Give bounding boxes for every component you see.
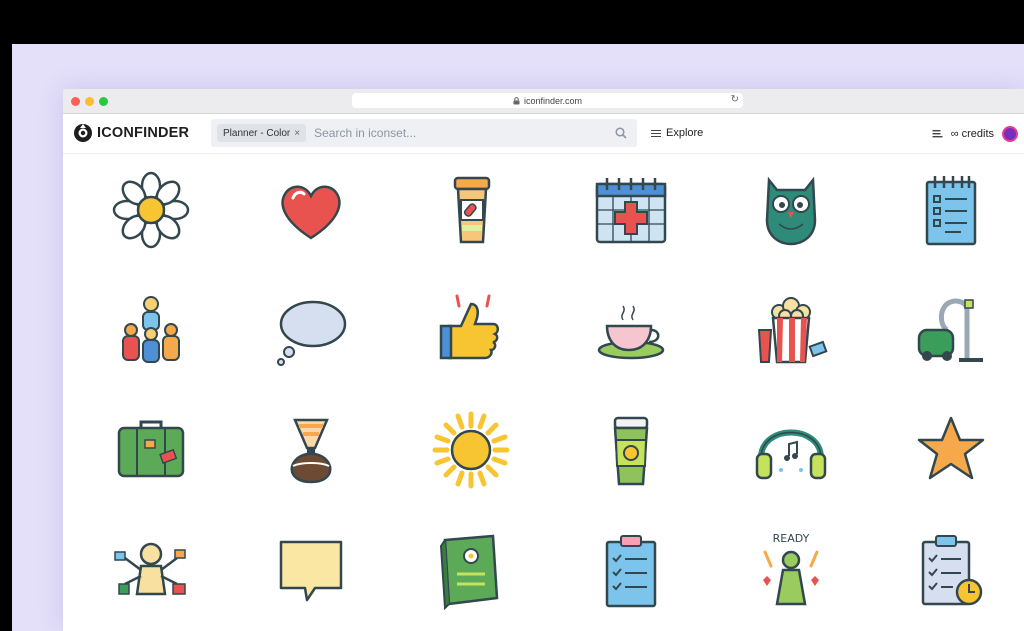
icon-tile[interactable] xyxy=(891,525,1011,615)
credits-label[interactable]: ∞ credits xyxy=(951,128,994,140)
notepad-checklist-icon xyxy=(925,176,977,246)
lock-icon xyxy=(513,96,520,104)
icon-tile[interactable] xyxy=(251,165,371,255)
app-header: ICONFINDER Planner - Color × Explore ∞ c… xyxy=(63,114,1024,154)
search-icon[interactable] xyxy=(615,127,627,139)
search-input[interactable] xyxy=(314,126,605,140)
heart-icon xyxy=(281,185,341,240)
logo-text: ICONFINDER xyxy=(97,125,190,141)
coffee-cup-icon xyxy=(613,416,649,486)
icon-tile[interactable] xyxy=(731,405,851,495)
iconfinder-logo[interactable]: ICONFINDER xyxy=(73,123,189,143)
explore-label: Explore xyxy=(666,127,704,139)
group-people-icon xyxy=(122,296,180,363)
icon-tile[interactable] xyxy=(891,285,1011,375)
svg-text:READY: READY xyxy=(773,532,810,545)
owl-icon xyxy=(765,176,817,246)
coffee-maker-icon xyxy=(290,418,332,484)
icon-tile[interactable] xyxy=(91,405,211,495)
icon-tile[interactable]: READY xyxy=(731,525,851,615)
icon-tile[interactable] xyxy=(891,405,1011,495)
ready-person-icon: READY xyxy=(763,532,819,606)
icon-tile[interactable] xyxy=(571,525,691,615)
clipboard-checklist-icon xyxy=(605,535,657,608)
icon-tile[interactable] xyxy=(251,405,371,495)
icon-tile[interactable] xyxy=(91,525,211,615)
chip-close-icon[interactable]: × xyxy=(294,128,300,139)
icon-tile[interactable] xyxy=(91,285,211,375)
logo-icon xyxy=(74,124,92,142)
chip-label: Planner - Color xyxy=(223,127,291,139)
icon-tile[interactable] xyxy=(251,525,371,615)
icon-tile[interactable] xyxy=(571,165,691,255)
reload-icon[interactable]: ↻ xyxy=(731,94,739,105)
explore-menu[interactable]: Explore xyxy=(651,127,703,139)
icon-tile[interactable] xyxy=(891,165,1011,255)
header-right: ∞ credits xyxy=(932,126,1018,142)
icon-tile[interactable] xyxy=(411,405,531,495)
medical-calendar-icon xyxy=(595,178,667,244)
icon-tile[interactable] xyxy=(571,285,691,375)
star-icon xyxy=(917,416,985,480)
flower-icon xyxy=(112,171,190,249)
zoom-window-button[interactable] xyxy=(99,97,108,106)
collection-icon[interactable] xyxy=(932,129,943,139)
iconset-filter-chip[interactable]: Planner - Color × xyxy=(217,124,307,142)
browser-titlebar: iconfinder.com ↻ xyxy=(63,89,1024,114)
close-window-button[interactable] xyxy=(71,97,80,106)
vacuum-cleaner-icon xyxy=(917,298,983,362)
icon-tile[interactable] xyxy=(411,285,531,375)
note-bubble-icon xyxy=(279,540,343,602)
thumbs-up-icon xyxy=(439,294,499,360)
multitasking-person-icon xyxy=(114,542,186,596)
speech-bubble-icon xyxy=(277,300,347,366)
minimize-window-button[interactable] xyxy=(85,97,94,106)
browser-window: iconfinder.com ↻ ICONFINDER Planner - Co… xyxy=(63,89,1024,631)
pill-bottle-icon xyxy=(453,176,491,244)
url-text: iconfinder.com xyxy=(523,95,583,106)
icon-tile[interactable] xyxy=(251,285,371,375)
sun-icon xyxy=(432,411,510,489)
icon-tile[interactable] xyxy=(411,525,531,615)
clipboard-clock-icon xyxy=(921,535,983,606)
menu-icon xyxy=(651,129,661,137)
icon-tile[interactable] xyxy=(411,165,531,255)
icon-tile[interactable] xyxy=(731,285,851,375)
tea-cup-icon xyxy=(597,305,665,360)
address-bar[interactable]: iconfinder.com ↻ xyxy=(352,93,743,108)
suitcase-icon xyxy=(117,420,185,478)
headphones-icon xyxy=(755,429,827,480)
search-bar: Planner - Color × xyxy=(211,119,637,147)
icon-tile[interactable] xyxy=(731,165,851,255)
icon-tile[interactable] xyxy=(91,165,211,255)
good-book-icon xyxy=(439,534,499,610)
icon-tile[interactable] xyxy=(571,405,691,495)
avatar[interactable] xyxy=(1002,126,1018,142)
popcorn-icon xyxy=(757,297,828,364)
